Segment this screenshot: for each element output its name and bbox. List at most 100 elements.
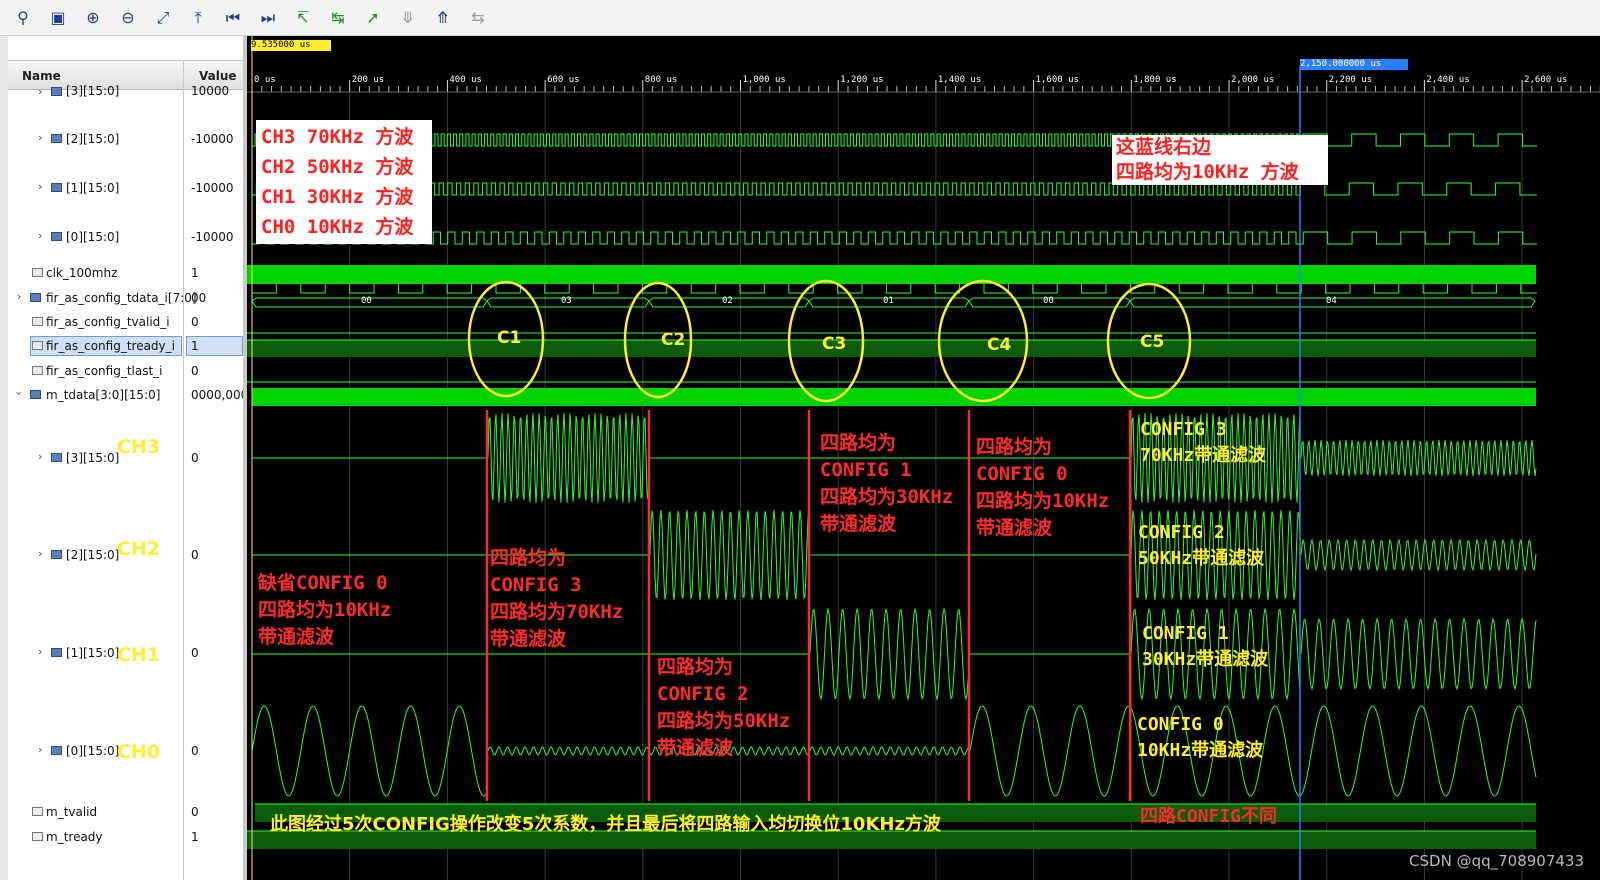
ruler-tick-label: 2,400 us xyxy=(1426,75,1470,85)
square-wave xyxy=(252,231,1537,245)
signal-value: 0000,000 xyxy=(191,388,249,402)
go-to-start-icon[interactable]: ⏮ xyxy=(218,4,248,32)
signal-row[interactable]: m_tvalid 0 xyxy=(8,802,243,822)
channel-label: CH1 xyxy=(117,644,161,666)
summary-note: 此图经过5次CONFIG操作改变5次系数，并且最后将四路输入均切换位10KHz方… xyxy=(270,814,941,835)
signal-row[interactable]: fir_as_config_tvalid_i 0 xyxy=(8,312,243,332)
previous-transition-icon[interactable]: ↸ xyxy=(288,4,318,32)
swap-cursors-icon[interactable]: ⇆ xyxy=(463,4,493,32)
wire-icon xyxy=(32,807,43,816)
signal-row[interactable]: clk_100mhz 1 xyxy=(8,263,243,283)
signal-value: 0 xyxy=(191,315,199,329)
signal-name: [1][15:0] xyxy=(66,646,120,660)
bus-value: 01 xyxy=(883,296,894,306)
square-wave xyxy=(252,182,1537,196)
signal-name: m_tvalid xyxy=(46,805,98,819)
ruler-tick-label: 1,200 us xyxy=(840,75,884,85)
config3-note: 四路均为 CONFIG 3 四路均为70KHz 带通滤波 xyxy=(490,547,624,650)
config-marker: C1 xyxy=(497,328,522,348)
bus-value: 03 xyxy=(561,296,572,306)
ruler-tick-label: 600 us xyxy=(547,75,580,85)
expand-arrow-icon[interactable]: › xyxy=(38,645,42,658)
config2-note: 四路均为 CONFIG 2 四路均为50KHz 带通滤波 xyxy=(657,656,791,759)
wire-icon xyxy=(32,832,43,841)
bus-icon xyxy=(51,232,62,241)
config1-note: 四路均为 CONFIG 1 四路均为30KHz 带通滤波 xyxy=(820,432,954,535)
expand-arrow-icon[interactable]: › xyxy=(38,131,42,144)
search-icon[interactable]: ⚲ xyxy=(8,4,38,32)
ch2-config-note: CONFIG 2 50KHz带通滤波 xyxy=(1138,522,1265,569)
zoom-in-icon[interactable]: ⊕ xyxy=(78,4,108,32)
previous-marker-icon[interactable]: ⤋ xyxy=(393,4,423,32)
expand-arrow-icon[interactable]: › xyxy=(38,85,42,98)
signal-name: [2][15:0] xyxy=(66,132,120,146)
go-to-cursor-icon[interactable]: ⤒ xyxy=(183,4,213,32)
expand-arrow-icon[interactable]: › xyxy=(38,743,42,756)
cursor-time-readout[interactable]: 2,150.000000 us xyxy=(1300,59,1408,70)
toolbar: ⚲ ▣ ⊕ ⊖ ⤢ ⤒ ⏮ ⏭ ↸ ↹ ➚ ⤋ ⤊ ⇆ xyxy=(0,0,1600,36)
ch0-config-note: CONFIG 0 10KHz带通滤波 xyxy=(1137,714,1264,761)
go-to-end-icon[interactable]: ⏭ xyxy=(253,4,283,32)
signal-value: 1 xyxy=(191,830,199,844)
collapse-arrow-icon[interactable]: › xyxy=(13,391,26,395)
signal-row[interactable]: m_tready 1 xyxy=(8,827,243,847)
channel-label: CH0 xyxy=(117,741,161,763)
expand-arrow-icon[interactable]: › xyxy=(38,450,42,463)
signal-value: 0 xyxy=(191,646,199,660)
signal-row[interactable]: › [2][15:0] -10000 xyxy=(8,129,243,149)
name-column-header[interactable]: Name xyxy=(22,69,61,83)
ruler-tick-label: 1,000 us xyxy=(742,75,786,85)
zoom-out-icon[interactable]: ⊖ xyxy=(113,4,143,32)
signal-row-selected[interactable]: fir_as_config_tready_i 1 xyxy=(8,336,243,356)
expand-arrow-icon[interactable]: › xyxy=(38,180,42,193)
config-marker: C3 xyxy=(822,334,847,354)
signal-name: [0][15:0] xyxy=(66,744,120,758)
zoom-fit-icon[interactable]: ⤢ xyxy=(148,4,178,32)
signal-value: 0 xyxy=(191,364,199,378)
ruler-tick-label: 1,400 us xyxy=(937,75,982,85)
left-cursor-readout[interactable]: 9.535000 us xyxy=(251,40,331,51)
signal-name: fir_as_config_tready_i xyxy=(46,339,175,353)
save-icon[interactable]: ▣ xyxy=(43,4,73,32)
default-config-note: 缺省CONFIG 0 四路均为10KHz 带通滤波 xyxy=(258,572,392,648)
filtered-wave xyxy=(1300,538,1537,572)
next-transition-icon[interactable]: ↹ xyxy=(323,4,353,32)
signal-value: 0 xyxy=(191,548,199,562)
bus-icon xyxy=(30,293,41,302)
signal-row[interactable]: › [0][15:0] -10000 xyxy=(8,227,243,247)
ch3-config-note: CONFIG 3 70KHz带通滤波 xyxy=(1140,419,1267,466)
signal-name: fir_as_config_tdata_i[7:0] xyxy=(46,291,197,305)
signal-row[interactable]: › [1][15:0] -10000 xyxy=(8,178,243,198)
ruler-tick-label: 2,000 us xyxy=(1231,75,1275,85)
bus-icon xyxy=(51,134,62,143)
ruler-tick-label: 200 us xyxy=(351,75,385,85)
signal-name: [1][15:0] xyxy=(66,181,120,195)
value-column-header[interactable]: Value xyxy=(199,69,237,83)
tready-bar xyxy=(247,340,1536,357)
expand-arrow-icon[interactable]: › xyxy=(17,290,21,303)
signal-name: [0][15:0] xyxy=(66,230,120,244)
signal-value: -10000 xyxy=(191,181,234,195)
filtered-wave xyxy=(809,607,970,701)
add-marker-icon[interactable]: ➚ xyxy=(358,4,388,32)
signal-value: 0 xyxy=(191,805,199,819)
expand-arrow-icon[interactable]: › xyxy=(38,547,42,560)
channel-label: CH2 xyxy=(117,538,161,560)
bus-icon xyxy=(51,746,62,755)
signal-row[interactable]: › fir_as_config_tdata_i[7:0] 00 xyxy=(8,288,243,308)
expand-arrow-icon[interactable]: › xyxy=(38,229,42,242)
bus-icon xyxy=(51,87,62,96)
ruler-tick-label: 1,800 us xyxy=(1133,75,1177,85)
filtered-wave xyxy=(1300,617,1537,691)
blue-line-note: 这蓝线右边 四路均为10KHz 方波 xyxy=(1112,135,1328,185)
signal-row[interactable]: fir_as_config_tlast_i 0 xyxy=(8,361,243,381)
filtered-wave xyxy=(487,413,650,503)
signal-value: 1 xyxy=(191,266,199,280)
signal-row[interactable]: › m_tdata[3:0][15:0] 0000,000 xyxy=(8,385,249,405)
mtdata-bar xyxy=(252,388,1536,406)
signal-value: -10000 xyxy=(191,230,234,244)
signal-value: 0 xyxy=(191,744,199,758)
watermark: CSDN @qq_708907433 xyxy=(1409,852,1584,870)
next-marker-icon[interactable]: ⤊ xyxy=(428,4,458,32)
signal-row[interactable]: › [3][15:0] 10000 xyxy=(8,82,243,102)
